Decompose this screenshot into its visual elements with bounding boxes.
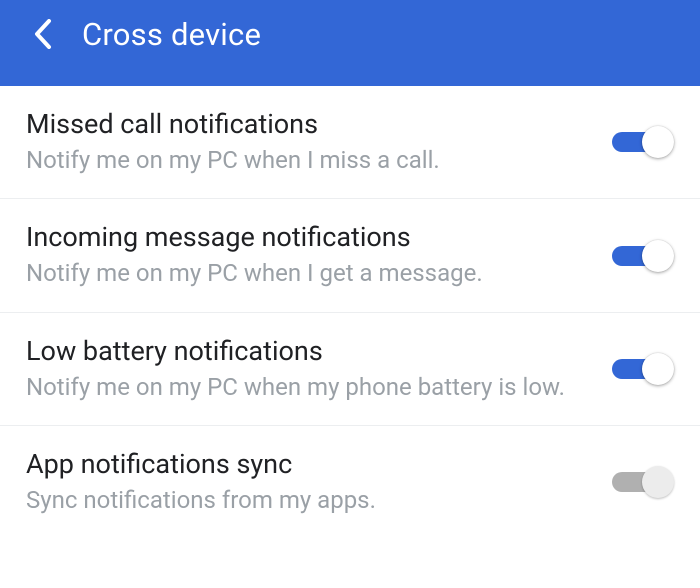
setting-text: Incoming message notifications Notify me… xyxy=(26,221,612,289)
setting-title: Low battery notifications xyxy=(26,335,592,367)
back-button[interactable] xyxy=(26,17,60,51)
toggle-missed-call[interactable] xyxy=(612,124,674,160)
setting-subtitle: Notify me on my PC when my phone battery… xyxy=(26,371,592,403)
switch-thumb xyxy=(642,240,674,272)
setting-row-missed-call[interactable]: Missed call notifications Notify me on m… xyxy=(0,86,700,199)
app-header: Cross device xyxy=(0,0,700,86)
settings-list: Missed call notifications Notify me on m… xyxy=(0,86,700,539)
chevron-left-icon xyxy=(31,19,55,49)
setting-subtitle: Notify me on my PC when I get a message. xyxy=(26,257,592,289)
setting-title: Missed call notifications xyxy=(26,108,592,140)
page-title: Cross device xyxy=(82,16,261,53)
switch-thumb xyxy=(642,126,674,158)
toggle-app-sync[interactable] xyxy=(612,464,674,500)
toggle-low-battery[interactable] xyxy=(612,351,674,387)
setting-row-incoming-message[interactable]: Incoming message notifications Notify me… xyxy=(0,199,700,312)
setting-subtitle: Notify me on my PC when I miss a call. xyxy=(26,144,592,176)
setting-text: App notifications sync Sync notification… xyxy=(26,448,612,516)
setting-title: App notifications sync xyxy=(26,448,592,480)
setting-row-app-sync[interactable]: App notifications sync Sync notification… xyxy=(0,426,700,538)
toggle-incoming-message[interactable] xyxy=(612,238,674,274)
setting-title: Incoming message notifications xyxy=(26,221,592,253)
setting-text: Low battery notifications Notify me on m… xyxy=(26,335,612,403)
setting-text: Missed call notifications Notify me on m… xyxy=(26,108,612,176)
setting-row-low-battery[interactable]: Low battery notifications Notify me on m… xyxy=(0,313,700,426)
switch-thumb xyxy=(642,353,674,385)
setting-subtitle: Sync notifications from my apps. xyxy=(26,484,592,516)
switch-thumb xyxy=(642,466,674,498)
